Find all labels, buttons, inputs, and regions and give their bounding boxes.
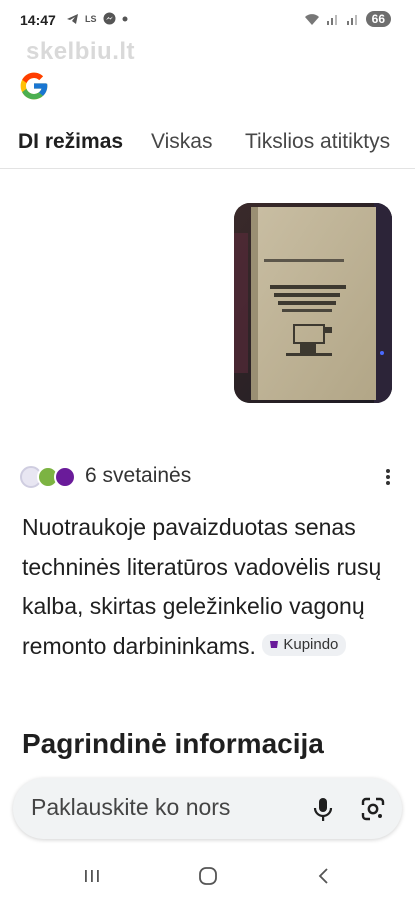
- status-time: 14:47: [20, 12, 56, 28]
- sources-row[interactable]: 6 svetainės: [20, 462, 400, 492]
- ask-bar: [13, 778, 402, 839]
- system-icons: 66: [304, 11, 391, 27]
- google-lens-icon[interactable]: [359, 795, 387, 823]
- messenger-icon: [103, 12, 116, 25]
- home-icon[interactable]: [196, 864, 220, 888]
- google-logo-icon[interactable]: [18, 70, 50, 102]
- wifi-icon: [304, 13, 319, 25]
- telegram-icon: [67, 13, 78, 24]
- search-mode-tabs: DI režimas Viskas Tikslios atitiktys: [0, 126, 415, 166]
- mic-icon[interactable]: [309, 795, 337, 823]
- watermark: skelbiu.lt: [26, 38, 136, 65]
- sources-count: 6 svetainės: [85, 464, 192, 487]
- notification-icons: LS: [66, 12, 128, 25]
- uploaded-image-thumbnail[interactable]: [234, 203, 392, 403]
- dot-icon: [122, 16, 128, 21]
- ai-answer: Nuotraukoje pavaizduotas senas techninės…: [22, 508, 392, 666]
- signal-icon-2: [346, 15, 357, 25]
- ls-badge: LS: [85, 13, 97, 24]
- system-nav-bar: [0, 852, 415, 900]
- battery-indicator: 66: [365, 11, 391, 27]
- more-vert-icon[interactable]: [378, 466, 398, 488]
- signal-icon-1: [326, 15, 337, 25]
- tabs-divider: [0, 168, 415, 169]
- source-chip-label: Kupindo: [283, 636, 339, 654]
- source-chip-kupindo[interactable]: Kupindo: [262, 634, 347, 657]
- status-bar: 14:47 LS 66: [0, 0, 415, 40]
- tab-all[interactable]: Viskas: [151, 130, 212, 154]
- source-favicons: [20, 466, 80, 488]
- ask-input[interactable]: [31, 794, 301, 821]
- source-favicon-3-icon: [54, 466, 76, 488]
- recent-apps-icon[interactable]: [80, 864, 104, 888]
- kupindo-icon: [270, 641, 279, 649]
- section-heading: Pagrindinė informacija: [22, 728, 324, 759]
- tab-exact-matches[interactable]: Tikslios atitiktys: [245, 130, 390, 154]
- tab-ai-mode[interactable]: DI režimas: [18, 130, 123, 154]
- back-icon[interactable]: [312, 864, 336, 888]
- book-photo: [234, 203, 392, 403]
